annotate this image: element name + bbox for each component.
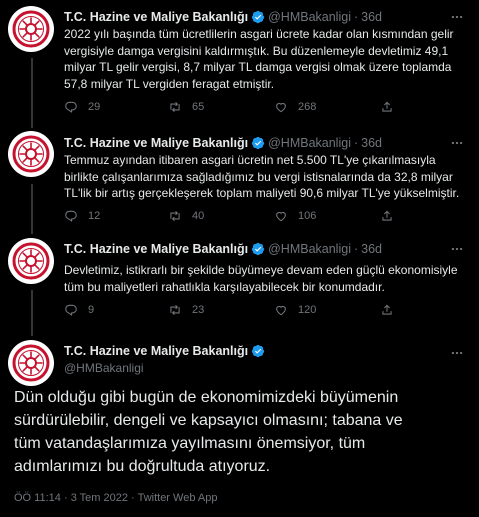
share-button[interactable] bbox=[380, 303, 394, 317]
heart-icon bbox=[274, 100, 288, 114]
reply-count: 29 bbox=[88, 101, 101, 113]
share-icon bbox=[380, 100, 394, 114]
heart-icon bbox=[274, 209, 288, 223]
main-tweet-text: Dün olduğu gibi bugün de ekonomimizdeki … bbox=[14, 389, 403, 475]
reply-icon bbox=[64, 209, 78, 223]
reply-button[interactable]: 9 bbox=[64, 303, 94, 317]
tweet-header: T.C. Hazine ve Maliye Bakanlığı @HMBakan… bbox=[64, 134, 382, 152]
tweet-actions: 12 40 106 bbox=[64, 209, 444, 225]
more-options-icon[interactable] bbox=[449, 9, 465, 25]
verified-badge-icon bbox=[251, 136, 265, 150]
ministry-logo bbox=[12, 242, 50, 280]
more-options-icon[interactable] bbox=[449, 241, 465, 257]
retweet-icon bbox=[168, 209, 182, 223]
reply-button[interactable]: 29 bbox=[64, 100, 100, 114]
thread-line bbox=[31, 58, 33, 128]
timestamp[interactable]: 36d bbox=[361, 242, 382, 256]
user-handle[interactable]: @HMBakanligi bbox=[268, 10, 351, 24]
retweet-button[interactable]: 65 bbox=[168, 100, 204, 114]
post-source[interactable]: Twitter Web App bbox=[138, 492, 218, 504]
separator-dot: · bbox=[353, 10, 359, 24]
retweet-count: 23 bbox=[192, 304, 205, 316]
like-count: 106 bbox=[298, 210, 317, 222]
avatar[interactable] bbox=[8, 131, 54, 177]
ministry-logo bbox=[12, 135, 50, 173]
reply-count: 12 bbox=[88, 210, 101, 222]
separator-dot: · bbox=[131, 492, 135, 504]
verified-badge-icon bbox=[251, 242, 265, 256]
tweet-text: Devletimiz, istikrarlı bir şekilde büyüm… bbox=[64, 263, 458, 294]
heart-icon bbox=[274, 303, 288, 317]
like-button[interactable]: 106 bbox=[274, 209, 316, 223]
thread-line bbox=[31, 184, 33, 234]
tweet-meta: ÖÖ 11:14 · 3 Tem 2022 · Twitter Web App bbox=[14, 492, 217, 504]
timestamp[interactable]: 36d bbox=[361, 10, 382, 24]
verified-badge-icon bbox=[251, 344, 265, 358]
ministry-logo bbox=[12, 10, 50, 48]
tweet-actions: 29 65 268 bbox=[64, 100, 444, 116]
like-count: 268 bbox=[298, 101, 317, 113]
verified-badge-icon bbox=[251, 10, 265, 24]
share-button[interactable] bbox=[380, 209, 394, 223]
reply-button[interactable]: 12 bbox=[64, 209, 100, 223]
tweet-text: 2022 yılı başında tüm ücretlilerin asgar… bbox=[64, 27, 454, 91]
tweet-actions: 9 23 120 bbox=[64, 303, 444, 319]
tweet-text: Temmuz ayından itibaren asgari ücretin n… bbox=[64, 153, 460, 201]
separator-dot: · bbox=[353, 136, 359, 150]
retweet-count: 65 bbox=[192, 101, 205, 113]
post-date[interactable]: 3 Tem 2022 bbox=[71, 492, 128, 504]
retweet-count: 40 bbox=[192, 210, 205, 222]
reply-icon bbox=[64, 303, 78, 317]
avatar[interactable] bbox=[8, 238, 54, 284]
retweet-icon bbox=[168, 100, 182, 114]
separator-dot: · bbox=[353, 242, 359, 256]
timestamp[interactable]: 36d bbox=[361, 136, 382, 150]
avatar[interactable] bbox=[8, 340, 54, 386]
tweet-header: T.C. Hazine ve Maliye Bakanlığı @HMBakan… bbox=[64, 240, 382, 258]
more-options-icon[interactable] bbox=[449, 345, 465, 361]
user-handle[interactable]: @HMBakanligi bbox=[64, 361, 144, 375]
separator-dot: · bbox=[63, 492, 68, 504]
ministry-logo bbox=[12, 344, 50, 382]
retweet-icon bbox=[168, 303, 182, 317]
display-name-row: T.C. Hazine ve Maliye Bakanlığı bbox=[64, 344, 268, 358]
post-time[interactable]: ÖÖ 11:14 bbox=[14, 492, 61, 504]
retweet-button[interactable]: 23 bbox=[168, 303, 204, 317]
thread-line bbox=[31, 290, 33, 336]
tweet-header: T.C. Hazine ve Maliye Bakanlığı @HMBakan… bbox=[64, 8, 382, 26]
like-count: 120 bbox=[298, 304, 317, 316]
more-options-icon[interactable] bbox=[449, 135, 465, 151]
avatar[interactable] bbox=[8, 6, 54, 52]
retweet-button[interactable]: 40 bbox=[168, 209, 204, 223]
reply-icon bbox=[64, 100, 78, 114]
user-handle[interactable]: @HMBakanligi bbox=[268, 136, 351, 150]
display-name[interactable]: T.C. Hazine ve Maliye Bakanlığı bbox=[64, 344, 248, 358]
like-button[interactable]: 120 bbox=[274, 303, 316, 317]
share-icon bbox=[380, 209, 394, 223]
share-icon bbox=[380, 303, 394, 317]
display-name[interactable]: T.C. Hazine ve Maliye Bakanlığı bbox=[64, 136, 248, 150]
like-button[interactable]: 268 bbox=[274, 100, 316, 114]
share-button[interactable] bbox=[380, 100, 394, 114]
reply-count: 9 bbox=[88, 304, 95, 316]
user-handle[interactable]: @HMBakanligi bbox=[268, 242, 351, 256]
display-name[interactable]: T.C. Hazine ve Maliye Bakanlığı bbox=[64, 242, 248, 256]
display-name[interactable]: T.C. Hazine ve Maliye Bakanlığı bbox=[64, 10, 248, 24]
